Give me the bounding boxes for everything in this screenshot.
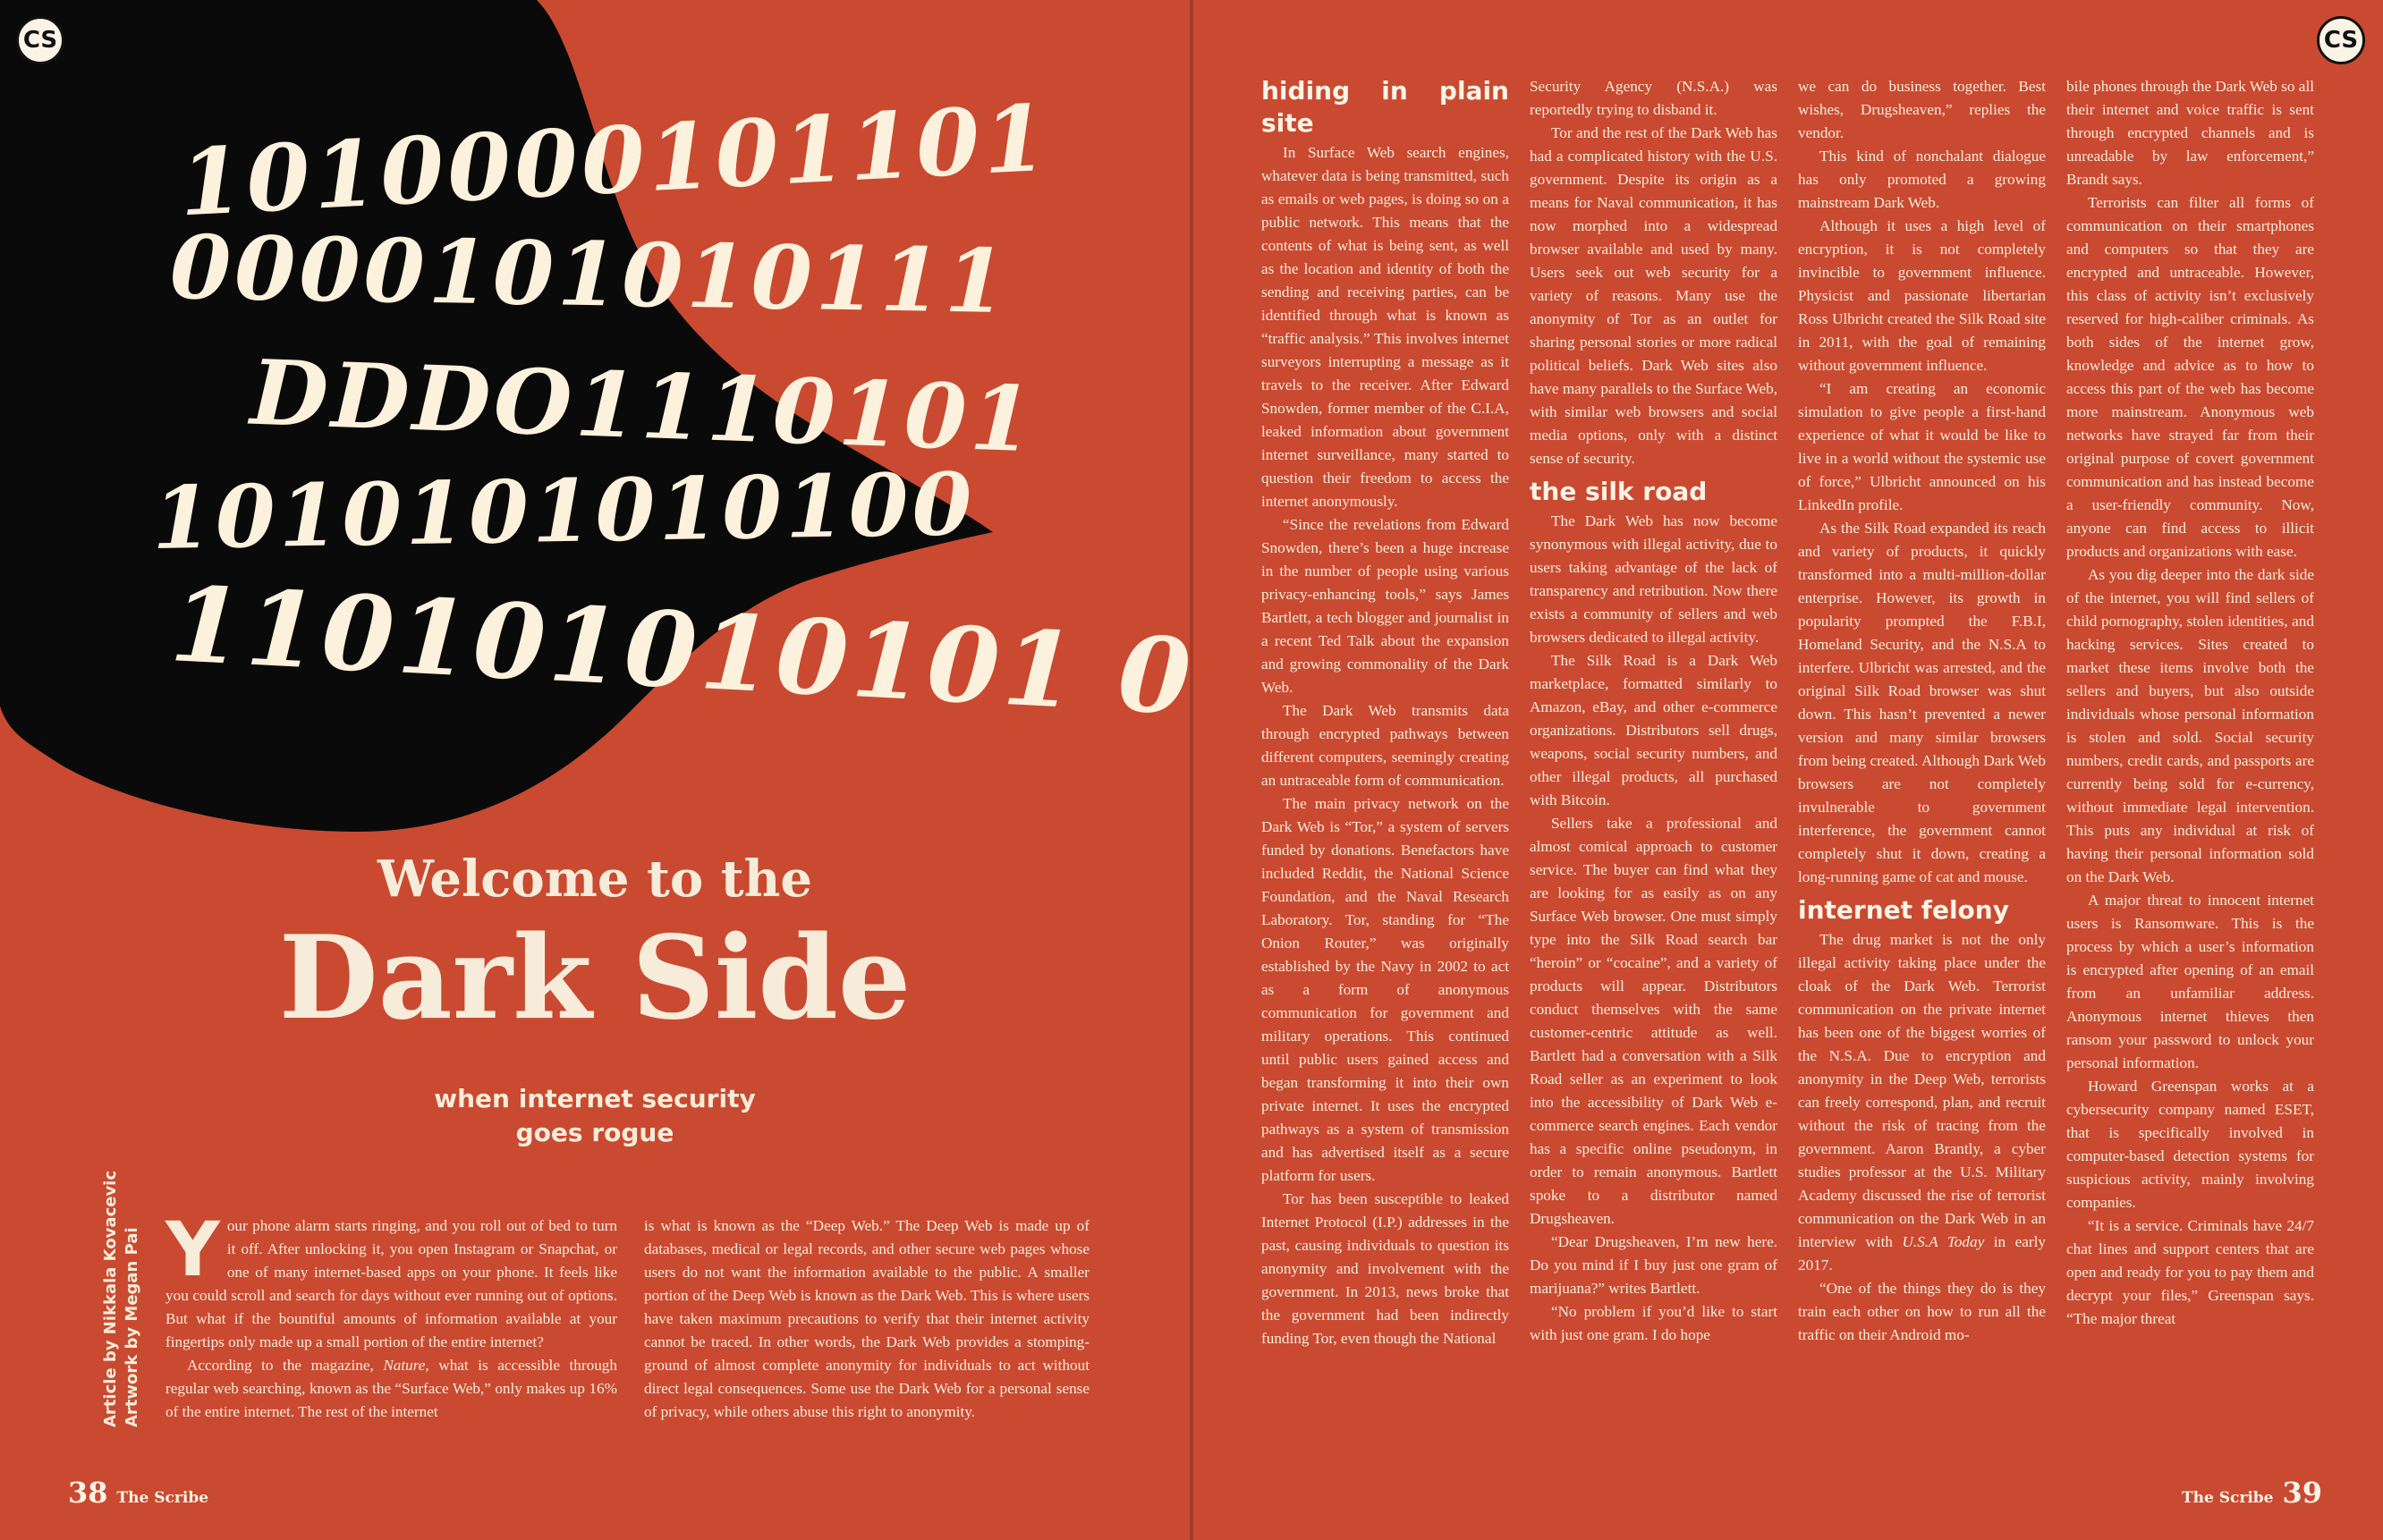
binary-line-2: 0000101010111 <box>169 216 1011 334</box>
artwork-credit: Artwork by Megan Pai <box>123 1227 141 1427</box>
headline-big: Dark Side <box>278 911 912 1045</box>
cs-logo: CS <box>16 16 64 64</box>
drop-cap: Y <box>165 1206 220 1293</box>
publication-name: The Scribe <box>2182 1489 2274 1507</box>
paragraph: is what is known as the “Deep Web.” The … <box>644 1217 1090 1420</box>
publication-name: The Scribe <box>116 1489 209 1507</box>
left-page: 1010000101101 0000101010111 DDDO1110101 … <box>0 0 1197 1540</box>
headline-small: Welcome to the <box>377 850 812 909</box>
right-page: CS hiding in plain site In Surface Web s… <box>1193 0 2383 1540</box>
page-number: 38 <box>68 1476 108 1510</box>
right-column-3: we can do business together. Best wishes… <box>1798 78 2046 1343</box>
section-heading: hiding in plain site <box>1261 76 1509 138</box>
left-column-2: is what is known as the “Deep Web.” The … <box>644 1214 1090 1424</box>
article-credit: Article by Nikkala Kovacevic <box>101 1170 120 1427</box>
cs-logo: CS <box>2317 16 2365 64</box>
intro-paragraph: Your phone alarm starts ringing, and you… <box>165 1206 617 1350</box>
headline-subtitle: when internet security goes rogue <box>434 1084 756 1147</box>
right-column-1: hiding in plain site In Surface Web sear… <box>1261 76 1509 1347</box>
right-folio: The Scribe 39 <box>2173 1476 2322 1510</box>
page-number: 39 <box>2282 1476 2323 1510</box>
paragraph: According to the magazine, Nature, what … <box>165 1357 617 1420</box>
byline: Article by Nikkala Kovacevic Artwork by … <box>100 1170 141 1427</box>
right-column-2: Security Agency (N.S.A.) was reportedly … <box>1530 78 1777 1343</box>
left-column-1: Your phone alarm starts ringing, and you… <box>165 1206 617 1424</box>
binary-line-4: 1010101010100 <box>151 453 977 570</box>
section-heading: the silk road <box>1530 477 1708 506</box>
section-heading: internet felony <box>1798 895 2009 925</box>
right-column-4: bile phones through the Dark Web so all … <box>2066 78 2314 1327</box>
magazine-spread: 1010000101101 0000101010111 DDDO1110101 … <box>0 0 2383 1540</box>
left-folio: 38 The Scribe <box>68 1476 217 1510</box>
